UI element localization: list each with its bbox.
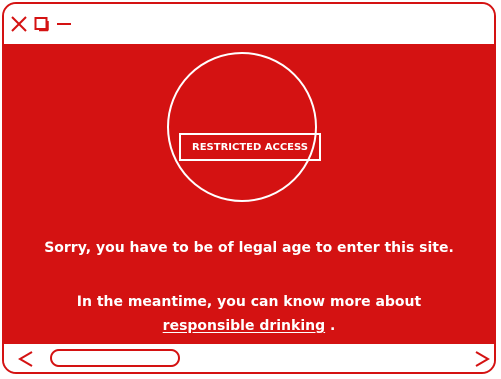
minimize-icon[interactable] [56,14,72,34]
chevron-right-icon[interactable] [472,348,492,370]
meantime-message: In the meantime, you can know more about [76,294,422,310]
maximize-icon[interactable] [34,14,50,34]
title-bar [4,4,494,44]
responsible-drinking-link[interactable]: responsible drinking [163,318,325,334]
link-suffix: . [325,318,336,334]
chevron-left-icon[interactable] [16,348,36,370]
close-icon[interactable] [10,14,28,34]
bottom-bar [4,344,494,372]
legal-age-message: Sorry, you have to be of legal age to en… [44,240,454,256]
restricted-access-badge: RESTRICTED ACCESS [179,133,321,161]
responsible-drinking-line: responsible drinking . [4,318,494,334]
restricted-content-panel: RESTRICTED ACCESS Sorry, you have to be … [4,44,494,344]
horizontal-scrollbar-thumb[interactable] [50,349,180,367]
browser-window: RESTRICTED ACCESS Sorry, you have to be … [2,2,496,374]
decorative-circle [167,52,317,202]
